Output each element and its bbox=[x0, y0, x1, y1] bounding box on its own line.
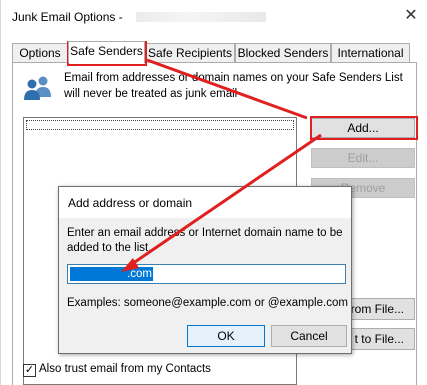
annotation-arrows bbox=[121, 58, 322, 272]
junk-email-options-window: Junk Email Options - ✕ Options Safe Send… bbox=[0, 0, 427, 385]
tab-safe-senders[interactable]: Safe Senders bbox=[68, 41, 145, 63]
arrow-tab-to-add bbox=[146, 58, 308, 120]
arrow-add-to-input bbox=[128, 133, 322, 268]
